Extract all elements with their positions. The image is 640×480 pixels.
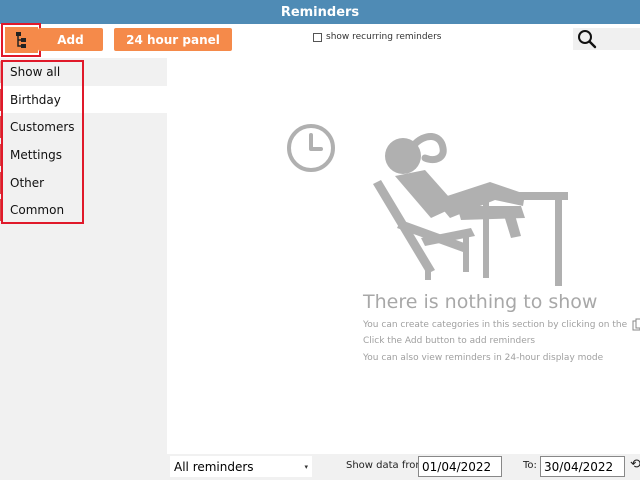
reminder-filter-select[interactable]: All reminders ▾ <box>170 456 312 477</box>
category-marker <box>0 89 3 111</box>
clock-icon <box>287 124 335 172</box>
category-marker <box>0 172 3 194</box>
search-button[interactable] <box>573 28 640 50</box>
recurring-checkbox[interactable] <box>313 32 322 42</box>
category-sidebar: Show all Birthday Customers Mettings Oth… <box>0 58 167 480</box>
add-button[interactable]: Add <box>38 28 103 51</box>
sidebar-item-label: Mettings <box>10 147 62 162</box>
category-marker <box>0 116 3 138</box>
main-panel: There is nothing to show You can create … <box>167 58 640 454</box>
date-to-label: To: <box>523 460 537 471</box>
category-tree-icon <box>16 32 26 48</box>
title-bar: Reminders <box>0 0 640 24</box>
empty-state-hint-text: You can create categories in this sectio… <box>363 320 628 330</box>
empty-state-hint-categories: You can create categories in this sectio… <box>363 318 640 331</box>
sidebar-item-label: Show all <box>10 64 61 79</box>
empty-state-hint-add: Click the Add button to add reminders <box>363 336 536 346</box>
category-color-markers <box>0 61 3 221</box>
recurring-toggle[interactable]: show recurring reminders <box>313 32 441 42</box>
dropdown-arrow-icon: ▾ <box>304 462 308 471</box>
recurring-label: show recurring reminders <box>326 32 442 42</box>
empty-state-title: There is nothing to show <box>363 291 598 313</box>
categories-button[interactable] <box>1 23 41 57</box>
date-from-label: Show data from: <box>346 460 429 471</box>
person-icon <box>373 133 568 286</box>
sidebar-item-label: Other <box>10 175 45 190</box>
date-from-field[interactable]: 01/04/2022 <box>418 456 502 477</box>
sidebar-item-birthday[interactable]: Birthday <box>0 85 167 114</box>
sidebar-item-customers[interactable]: Customers <box>0 113 167 142</box>
sidebar-item-other[interactable]: Other <box>0 168 167 197</box>
category-marker <box>0 144 3 166</box>
sidebar-item-show-all[interactable]: Show all <box>0 58 167 86</box>
sidebar-item-mettings[interactable]: Mettings <box>0 141 167 169</box>
empty-state-hint-24h: You can also view reminders in 24-hour d… <box>363 353 604 363</box>
category-marker <box>0 61 3 83</box>
sidebar-item-common[interactable]: Common <box>0 196 167 225</box>
date-to-field[interactable]: 30/04/2022 <box>540 456 625 477</box>
sidebar-item-label: Common <box>10 203 65 218</box>
category-list: Show all Birthday Customers Mettings Oth… <box>0 58 167 225</box>
footer-bar: All reminders ▾ Show data from: 01/04/20… <box>167 454 640 480</box>
sidebar-item-label: Customers <box>10 120 75 135</box>
copy-icon <box>632 318 640 331</box>
search-icon <box>578 30 597 49</box>
refresh-icon[interactable]: ⟲ <box>630 457 640 472</box>
24-hour-panel-button[interactable]: 24 hour panel <box>114 28 232 51</box>
category-marker <box>0 199 3 221</box>
sidebar-item-label: Birthday <box>10 92 61 107</box>
window-title: Reminders <box>280 4 360 20</box>
reminder-filter-value: All reminders <box>174 459 254 474</box>
